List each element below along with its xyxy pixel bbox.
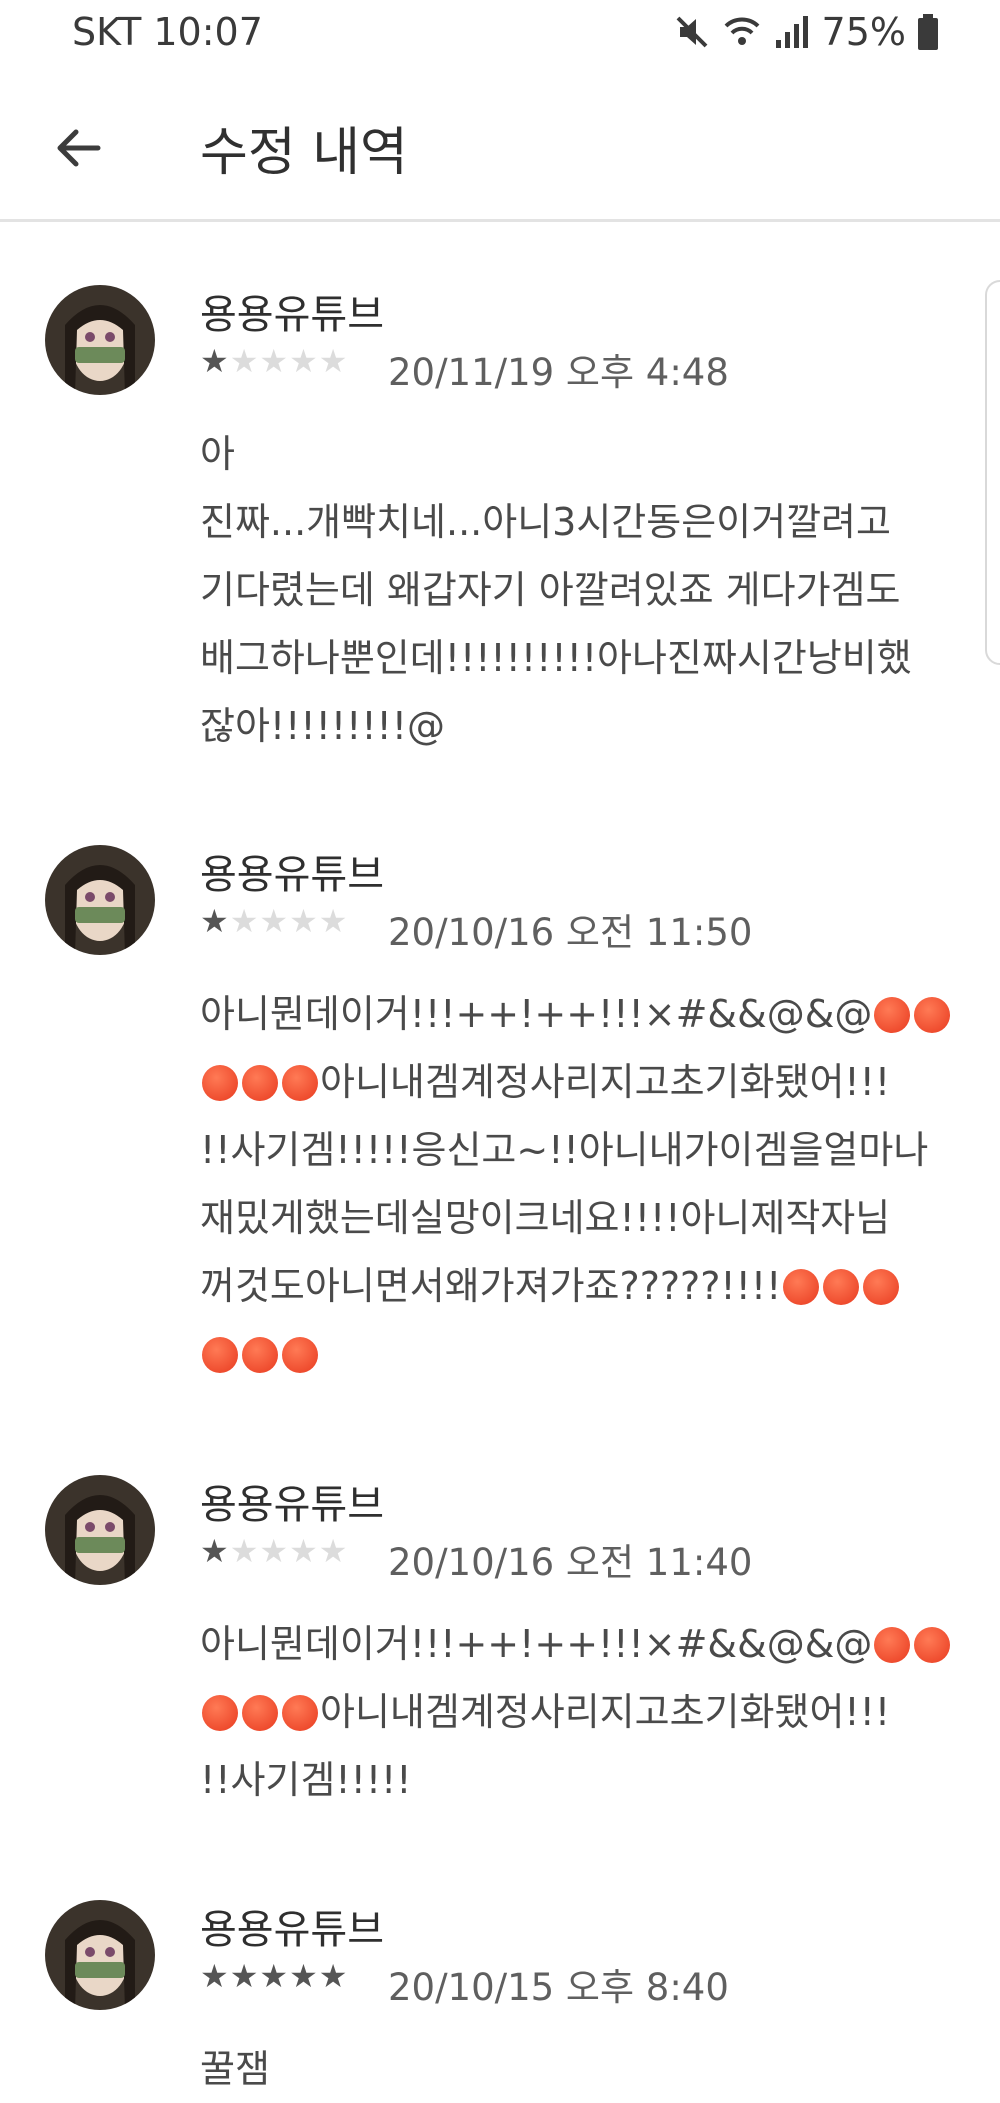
review-line-with-emoji: 아니뭔데이거!!!++!++!!!×#&&@&@ — [200, 980, 960, 1048]
review-line-with-emoji — [200, 1320, 960, 1388]
star-filled-icon: ★ — [200, 342, 230, 380]
review-line-with-emoji: 아니내겜계정사리지고초기화됐어!!! — [200, 1048, 960, 1116]
signal-icon — [772, 12, 812, 52]
angry-face-icon — [282, 1337, 318, 1373]
battery-percent: 75% — [821, 10, 906, 54]
page-title: 수정 내역 — [200, 123, 408, 183]
status-bar: SKT 10:07 75% — [0, 0, 1000, 70]
star-filled-icon: ★★★★★ — [200, 1957, 349, 1995]
review-line: 아니뭔데이거!!!++!++!!!×#&&@&@ — [200, 1622, 873, 1666]
cursing-face-icon — [282, 1065, 318, 1101]
cursing-face-icon — [783, 1269, 820, 1305]
reviewer-name: 용용유튜브 — [200, 292, 384, 338]
review-line: 재밌게했는데실망이크네요!!!!아니제작자님 — [200, 1196, 891, 1240]
back-button[interactable] — [40, 112, 116, 188]
review-date: 20/11/19 오후 4:48 — [388, 351, 729, 394]
review-date: 20/10/16 오전 11:40 — [388, 1541, 753, 1584]
review-line-with-emoji: 꺼것도아니면서왜가져가죠?????!!!! — [200, 1252, 960, 1320]
review-text: 꿀잼 — [200, 2035, 960, 2103]
avatar — [45, 285, 155, 395]
cursing-face-icon — [202, 1695, 238, 1731]
status-icons: 75% — [672, 10, 940, 54]
avatar — [45, 845, 155, 955]
review-line: 진짜...개빡치네...아니3시간동은이거깔려고 — [200, 500, 891, 544]
battery-icon — [916, 12, 940, 52]
avatar — [45, 1900, 155, 2010]
review-text: 아니뭔데이거!!!++!++!!!×#&&@&@ 아니내겜계정사리지고초기화됐어… — [200, 1610, 960, 1814]
carrier-time: SKT 10:07 — [72, 10, 263, 54]
review-line: 아니뭔데이거!!!++!++!!!×#&&@&@ — [200, 992, 873, 1036]
angry-face-icon — [242, 1337, 278, 1373]
review-line: 꺼것도아니면서왜가져가죠?????!!!! — [200, 1264, 782, 1308]
arrow-back-icon — [52, 122, 104, 178]
app-header: 수정 내역 — [0, 70, 1000, 222]
review-date: 20/10/15 오후 8:40 — [388, 1966, 729, 2009]
angry-face-icon — [874, 997, 911, 1033]
review-line: 잖아!!!!!!!!!@ — [200, 704, 446, 748]
scrollbar-thumb[interactable] — [985, 280, 1000, 665]
angry-face-icon — [863, 1269, 900, 1305]
review-text: 아 진짜...개빡치네...아니3시간동은이거깔려고 기다렸는데 왜갑자기 아깔… — [200, 420, 960, 760]
angry-face-icon — [202, 1337, 238, 1373]
reviewer-name: 용용유튜브 — [200, 1907, 384, 1953]
star-filled-icon: ★ — [200, 1532, 230, 1570]
review-line: 꿀잼 — [200, 2047, 270, 2091]
star-filled-icon: ★ — [200, 902, 230, 940]
reviewer-name: 용용유튜브 — [200, 1482, 384, 1528]
review-text: 아니뭔데이거!!!++!++!!!×#&&@&@ 아니내겜계정사리지고초기화됐어… — [200, 980, 960, 1388]
wifi-icon — [722, 12, 762, 52]
star-rating: ★★★★★ — [200, 1532, 348, 1570]
cursing-face-icon — [242, 1695, 278, 1731]
star-empty-icon: ★★★★ — [229, 902, 349, 940]
angry-face-icon — [914, 997, 951, 1033]
star-empty-icon: ★★★★ — [229, 342, 349, 380]
review-line: 아니내겜계정사리지고초기화됐어!!! — [320, 1690, 891, 1734]
star-rating: ★★★★★ — [200, 342, 348, 380]
cursing-face-icon — [202, 1065, 238, 1101]
angry-face-icon — [914, 1627, 951, 1663]
review-line: !!사기겜!!!!! — [200, 1758, 412, 1802]
mute-icon — [672, 12, 712, 52]
star-empty-icon: ★★★★ — [229, 1532, 349, 1570]
avatar — [45, 1475, 155, 1585]
cursing-face-icon — [242, 1065, 278, 1101]
star-rating: ★★★★★ — [200, 1957, 348, 1995]
angry-face-icon — [874, 1627, 911, 1663]
review-line-with-emoji: 아니뭔데이거!!!++!++!!!×#&&@&@ — [200, 1610, 960, 1678]
review-line: !!사기겜!!!!!응신고~!!아니내가이겜을얼마나 — [200, 1128, 929, 1172]
review-line: 아 — [200, 432, 235, 476]
cursing-face-icon — [282, 1695, 318, 1731]
review-line: 배그하나뿐인데!!!!!!!!!!아나진짜시간낭비했 — [200, 636, 912, 680]
review-line: 아니내겜계정사리지고초기화됐어!!! — [320, 1060, 891, 1104]
review-line: 기다렸는데 왜갑자기 아깔려있죠 게다가겜도 — [200, 568, 901, 612]
review-line-with-emoji: 아니내겜계정사리지고초기화됐어!!! — [200, 1678, 960, 1746]
reviewer-name: 용용유튜브 — [200, 852, 384, 898]
review-date: 20/10/16 오전 11:50 — [388, 911, 753, 954]
star-rating: ★★★★★ — [200, 902, 348, 940]
cursing-face-icon — [823, 1269, 860, 1305]
